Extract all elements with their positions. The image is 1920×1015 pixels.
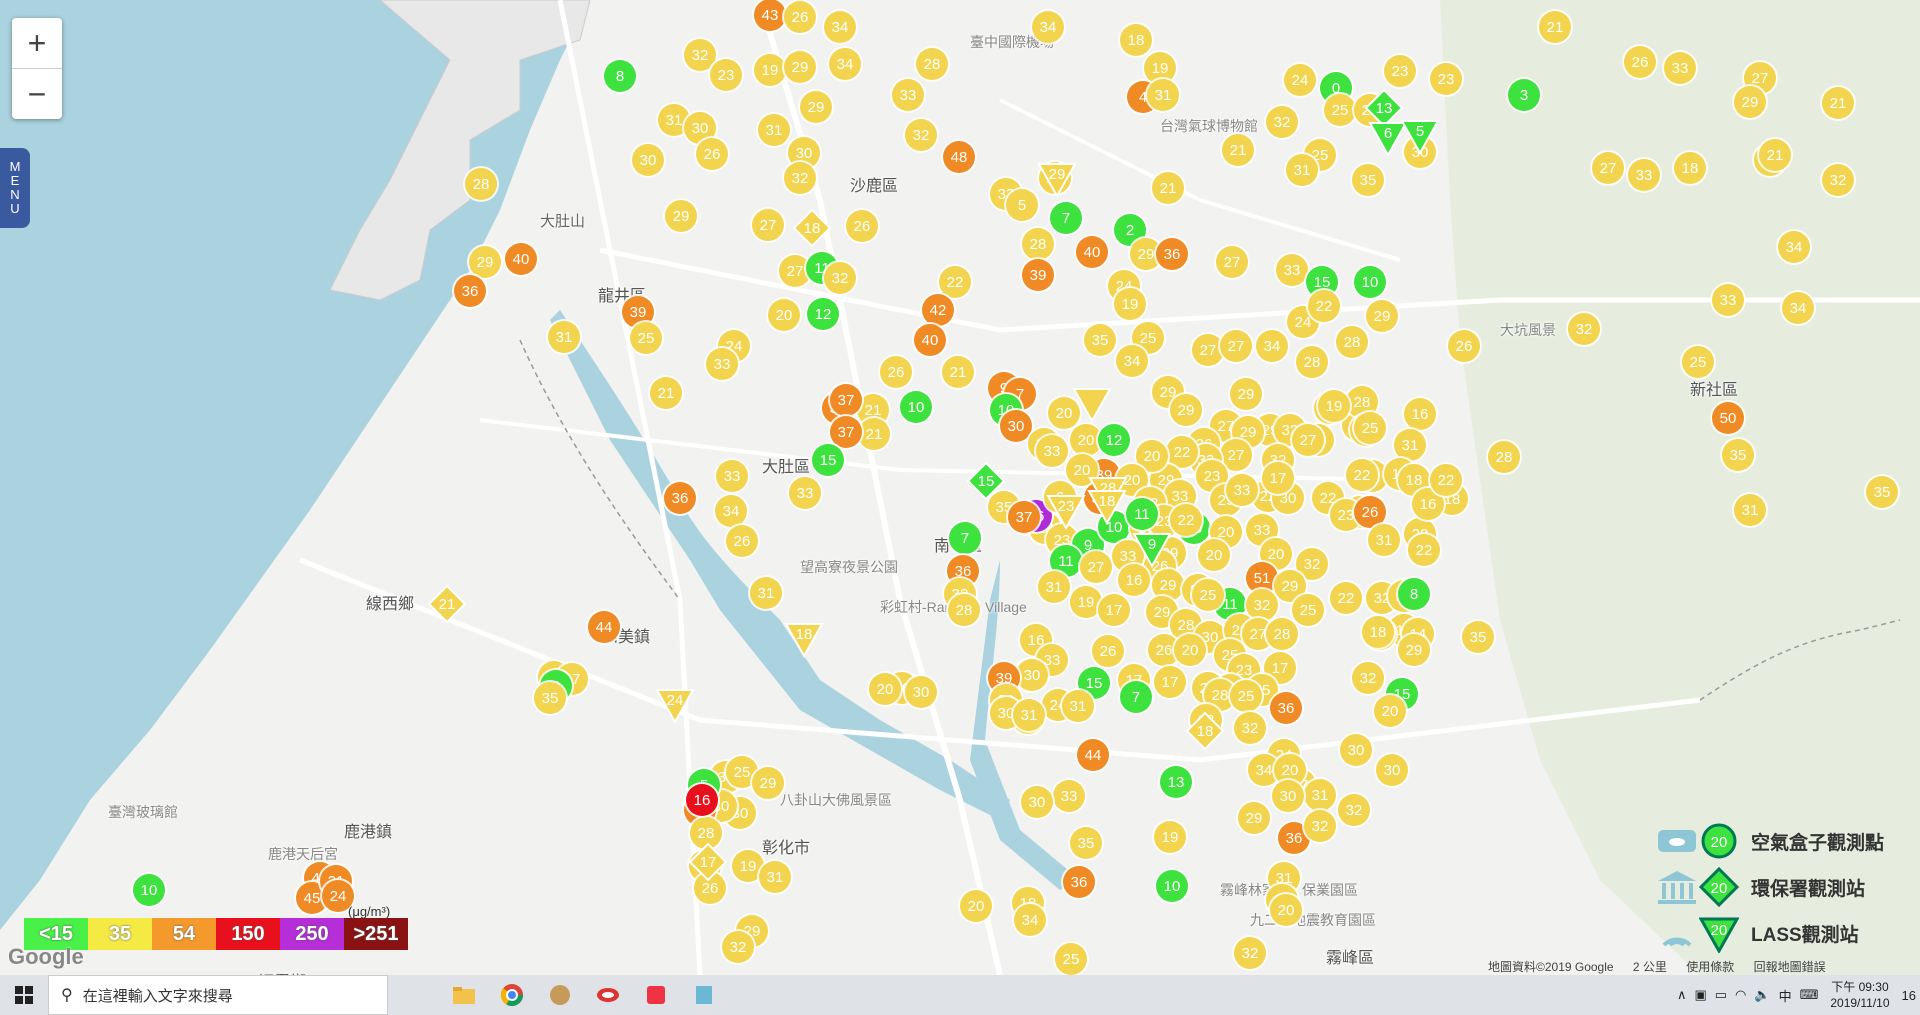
taskbar-search-box[interactable]: ⚲ 在這裡輸入文字來搜尋 [48, 975, 388, 1015]
chevron-up-icon[interactable]: ∧ [1677, 987, 1687, 1003]
battery-icon[interactable]: ▭ [1715, 987, 1727, 1003]
legend-label: 空氣盒子觀測點 [1751, 832, 1885, 854]
legend-circle-icon: 20 [1701, 823, 1737, 859]
notification-badge[interactable]: 16 [1902, 988, 1916, 1003]
svg-text:23: 23 [1058, 498, 1075, 515]
station-legend: 20 空氣盒子觀測點 20 環保署觀測站 20 LASS觀測站 [1655, 818, 1920, 956]
svg-text:18: 18 [804, 220, 821, 237]
legend-triangle-icon: 20 [1699, 917, 1739, 953]
svg-text:6: 6 [1384, 125, 1392, 142]
epa-station-marker[interactable]: 13 [1364, 88, 1404, 128]
scale-band: 54 [152, 918, 216, 950]
map-attribution: 地圖資料©2019 Google 2 公里 使用條款 回報地圖錯誤 [1488, 958, 1842, 975]
menu-letter: M [9, 159, 21, 174]
lass-station-marker[interactable]: 6 [1368, 122, 1408, 158]
lass-station-marker[interactable]: 23 [1046, 495, 1086, 531]
zoom-in-button[interactable]: + [12, 18, 62, 68]
app-icon[interactable] [680, 975, 728, 1015]
svg-text:24: 24 [667, 692, 684, 709]
menu-letter: E [10, 173, 20, 188]
epa-station-marker[interactable]: 18 [1185, 711, 1225, 751]
cloud-icon [1655, 821, 1699, 861]
zoom-control: + − [12, 18, 62, 119]
keyboard-icon[interactable]: ⌨ [1800, 987, 1819, 1003]
taskbar-apps [440, 975, 728, 1015]
svg-text:21: 21 [439, 596, 456, 613]
station-shapes[interactable]: 136 529181592823 182118241718 [0, 0, 1920, 975]
lass-station-marker[interactable]: 18 [1087, 490, 1127, 526]
windows-start-icon[interactable] [0, 975, 48, 1015]
svg-text:20: 20 [1711, 922, 1728, 939]
app-icon[interactable] [536, 975, 584, 1015]
search-placeholder: 在這裡輸入文字來搜尋 [82, 987, 233, 1005]
epa-station-marker[interactable]: 18 [792, 208, 832, 248]
signal-icon [1655, 913, 1699, 953]
system-tray: ∧ ▣ ▭ ◠ 🔈 中 ⌨ 下午 09:30 2019/11/10 16 [1673, 975, 1920, 1015]
scale-band: 150 [216, 918, 280, 950]
lass-station-marker[interactable]: 9 [1132, 533, 1172, 569]
svg-text:20: 20 [1711, 880, 1728, 897]
legend-row-lass: 20 LASS觀測站 [1655, 910, 1920, 956]
svg-text:15: 15 [978, 473, 995, 490]
lass-station-marker[interactable]: 18 [784, 623, 824, 659]
map-canvas[interactable]: 臺中國際機場 沙鹿區 大肚山 龍井區 台灣氣球博物館 大坑風景 新社區 大肚區 望高寮夜景公園彩… [0, 0, 1920, 975]
map-data-credit: 地圖資料©2019 Google [1488, 960, 1614, 974]
file-explorer-icon[interactable] [440, 975, 488, 1015]
lass-station-marker[interactable]: 5 [1400, 120, 1440, 156]
search-icon: ⚲ [61, 987, 73, 1004]
report-error-link[interactable]: 回報地圖錯誤 [1754, 960, 1826, 974]
lass-station-marker[interactable] [1072, 388, 1112, 424]
svg-text:18: 18 [1099, 493, 1116, 510]
menu-button[interactable]: M E N U [0, 148, 30, 228]
svg-text:29: 29 [1049, 166, 1066, 183]
scale-band: >251 [344, 918, 408, 950]
app-icon[interactable] [632, 975, 680, 1015]
chrome-icon[interactable] [488, 975, 536, 1015]
zoom-out-button[interactable]: − [12, 68, 62, 119]
legend-diamond-icon: 20 [1699, 867, 1739, 907]
svg-text:9: 9 [1148, 536, 1156, 553]
svg-text:20: 20 [1711, 834, 1728, 851]
svg-text:18: 18 [796, 626, 813, 643]
legend-label: 環保署觀測站 [1751, 878, 1866, 900]
lass-station-marker[interactable]: 29 [1037, 163, 1077, 199]
lass-station-marker[interactable]: 24 [655, 689, 695, 725]
epa-station-marker[interactable]: 21 [427, 584, 467, 624]
tray-app-icon[interactable]: ▣ [1694, 987, 1706, 1003]
svg-text:5: 5 [1416, 123, 1424, 140]
ime-indicator[interactable]: 中 [1779, 986, 1792, 1005]
google-logo: Google [8, 944, 84, 969]
scale-bar-label: 2 公里 [1632, 960, 1667, 974]
volume-icon[interactable]: 🔈 [1754, 987, 1770, 1003]
svg-text:18: 18 [1197, 723, 1214, 740]
scale-band: 35 [88, 918, 152, 950]
network-icon[interactable]: ◠ [1735, 987, 1746, 1003]
legend-label: LASS觀測站 [1751, 924, 1859, 946]
menu-letter: U [10, 201, 20, 216]
epa-station-marker[interactable]: 15 [966, 461, 1006, 501]
clock-date: 2019/11/10 [1830, 996, 1890, 1010]
menu-letter: N [10, 187, 20, 202]
terms-link[interactable]: 使用條款 [1686, 960, 1734, 974]
clock-time: 下午 09:30 [1831, 980, 1889, 994]
app-icon[interactable] [584, 975, 632, 1015]
taskbar: ⚲ 在這裡輸入文字來搜尋 ∧ ▣ ▭ ◠ 🔈 中 ⌨ 下午 09:30 2019… [0, 975, 1920, 1015]
legend-row-epa: 20 環保署觀測站 [1655, 864, 1920, 910]
building-icon [1655, 867, 1699, 907]
svg-text:13: 13 [1376, 100, 1393, 117]
scale-band: 250 [280, 918, 344, 950]
clock[interactable]: 下午 09:30 2019/11/10 [1830, 979, 1889, 1011]
scale-unit: (μg/m³) [348, 904, 391, 919]
legend-row-airbox: 20 空氣盒子觀測點 [1655, 818, 1920, 864]
epa-station-marker[interactable]: 17 [688, 842, 728, 882]
svg-text:17: 17 [700, 854, 717, 871]
